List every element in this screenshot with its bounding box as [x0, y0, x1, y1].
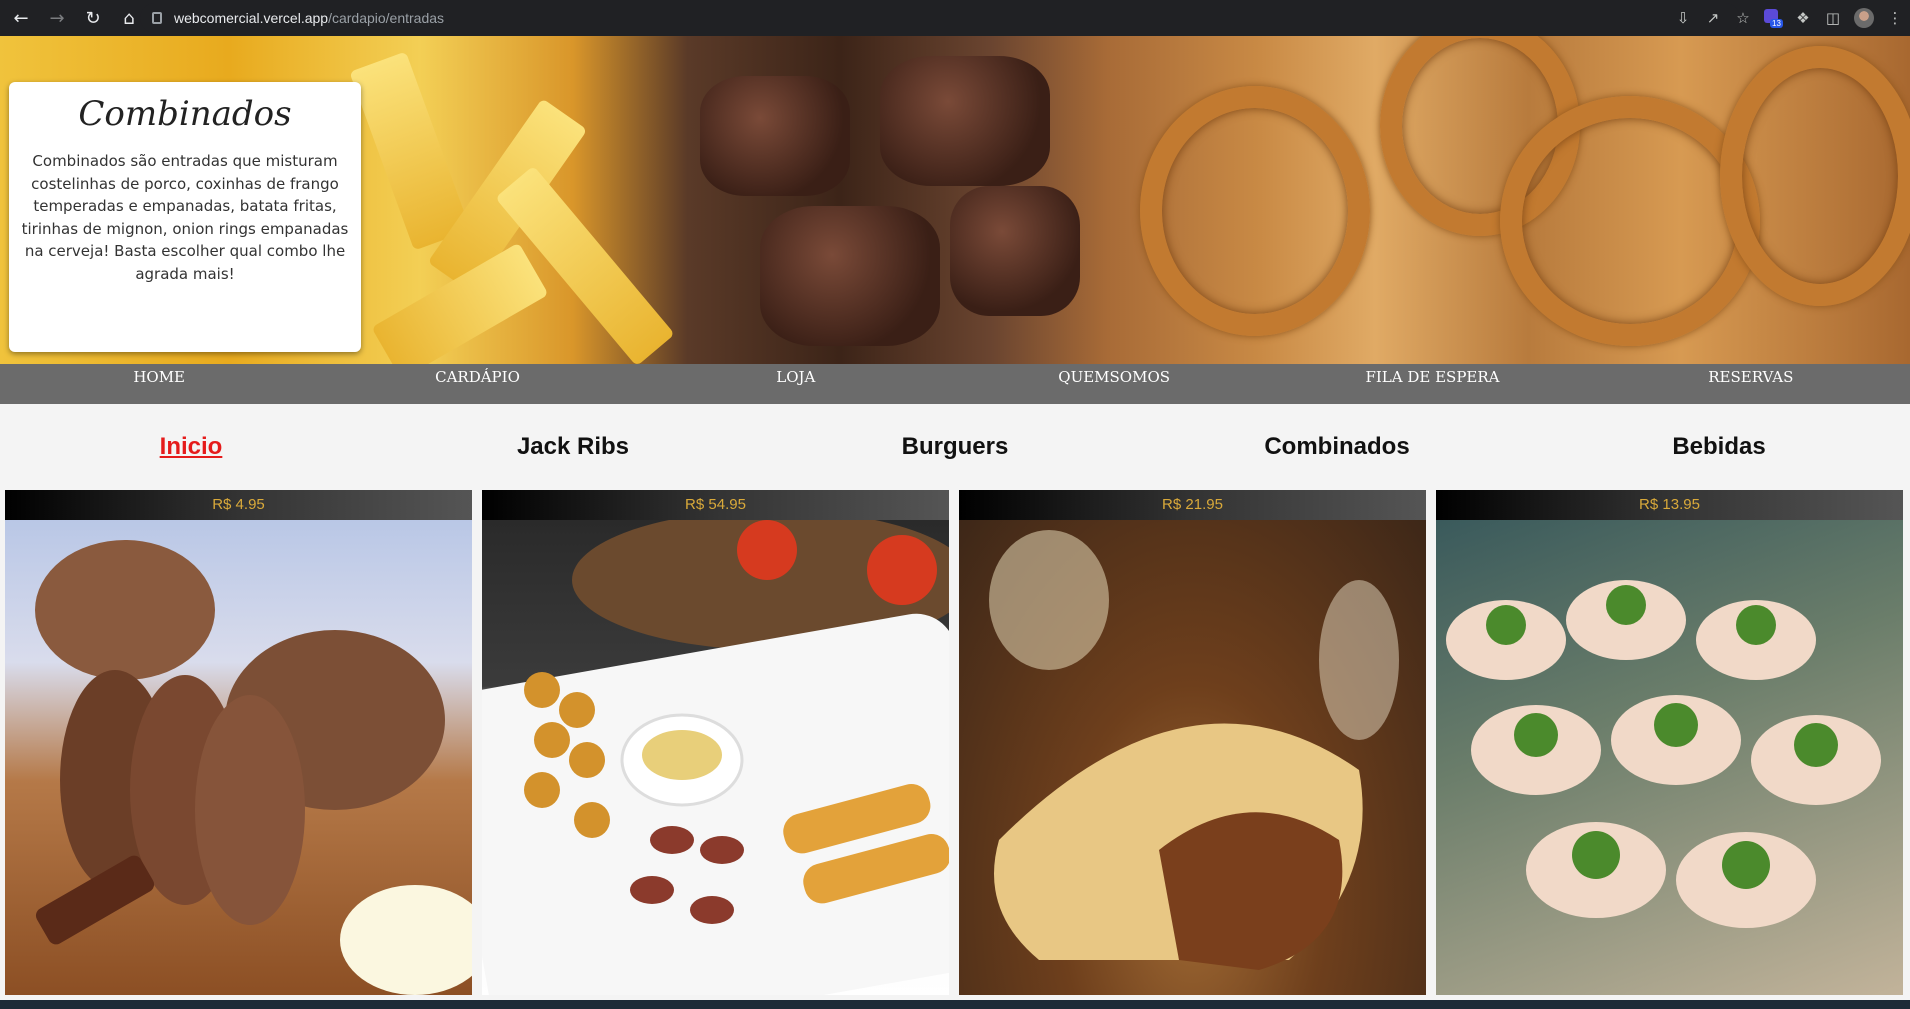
install-icon[interactable]: ⇩ [1674, 9, 1692, 27]
product-card[interactable]: R$ 54.95 [482, 490, 949, 995]
bookmark-star-icon[interactable]: ☆ [1734, 9, 1752, 27]
hero-description: Combinados são entradas que misturam cos… [21, 152, 349, 283]
url-text: webcomercial.vercel.app/cardapio/entrada… [174, 10, 445, 26]
meat-decoration [760, 206, 940, 346]
tab-bebidas[interactable]: Bebidas [1528, 404, 1910, 490]
product-card[interactable]: R$ 13.95 [1436, 490, 1903, 995]
tab-jack-ribs[interactable]: Jack Ribs [382, 404, 764, 490]
forward-icon[interactable]: → [42, 3, 72, 33]
nav-home[interactable]: HOME [0, 364, 318, 404]
tab-burguers[interactable]: Burguers [764, 404, 1146, 490]
lock-icon [152, 12, 162, 24]
product-image[interactable] [482, 520, 949, 995]
tab-combinados[interactable]: Combinados [1146, 404, 1528, 490]
onion-ring-decoration [1500, 96, 1760, 346]
browser-toolbar: ← → ↻ ⌂ webcomercial.vercel.app/cardapio… [0, 0, 1910, 36]
main-nav: HOME CARDÁPIO LOJA QUEMSOMOS FILA DE ESP… [0, 364, 1910, 404]
reload-icon[interactable]: ↻ [78, 3, 108, 33]
onion-ring-decoration [1720, 46, 1910, 306]
product-image[interactable] [959, 520, 1426, 995]
share-icon[interactable]: ↗ [1704, 9, 1722, 27]
puzzle-icon[interactable]: ❖ [1794, 9, 1812, 27]
category-tabs: Inicio Jack Ribs Burguers Combinados Beb… [0, 404, 1910, 490]
tab-inicio[interactable]: Inicio [0, 404, 382, 490]
meat-decoration [700, 76, 850, 196]
nav-cardapio[interactable]: CARDÁPIO [318, 364, 636, 404]
product-price: R$ 4.95 [5, 490, 472, 520]
hero-banner: Combinados Combinados são entradas que m… [0, 36, 1910, 364]
product-card[interactable]: R$ 21.95 [959, 490, 1426, 995]
profile-avatar[interactable] [1854, 8, 1874, 28]
menu-dots-icon[interactable]: ⋮ [1886, 9, 1904, 27]
nav-quem-somos[interactable]: QUEMSOMOS [955, 364, 1273, 404]
product-price: R$ 13.95 [1436, 490, 1903, 520]
product-price: R$ 21.95 [959, 490, 1426, 520]
extension-icon[interactable]: 13 [1764, 9, 1783, 28]
back-icon[interactable]: ← [6, 3, 36, 33]
hero-title: Combinados [78, 94, 292, 134]
fries-decoration [349, 51, 471, 251]
nav-loja[interactable]: LOJA [637, 364, 955, 404]
product-image[interactable] [1436, 520, 1903, 995]
meat-decoration [950, 186, 1080, 316]
address-bar[interactable]: webcomercial.vercel.app/cardapio/entrada… [140, 3, 1740, 33]
extension-badge: 13 [1770, 19, 1783, 28]
onion-ring-decoration [1140, 86, 1370, 336]
nav-reservas[interactable]: RESERVAS [1592, 364, 1910, 404]
product-price: R$ 54.95 [482, 490, 949, 520]
nav-fila-de-espera[interactable]: FILA DE ESPERA [1273, 364, 1591, 404]
side-panel-icon[interactable]: ◫ [1824, 9, 1842, 27]
product-grid: R$ 4.95 R$ 54.95 R$ 21.95 R$ 13.95 [5, 490, 1905, 995]
product-image[interactable] [5, 520, 472, 995]
product-card[interactable]: R$ 4.95 [5, 490, 472, 995]
hero-info-card: Combinados Combinados são entradas que m… [9, 82, 361, 352]
meat-decoration [880, 56, 1050, 186]
os-taskbar [0, 1000, 1910, 1009]
